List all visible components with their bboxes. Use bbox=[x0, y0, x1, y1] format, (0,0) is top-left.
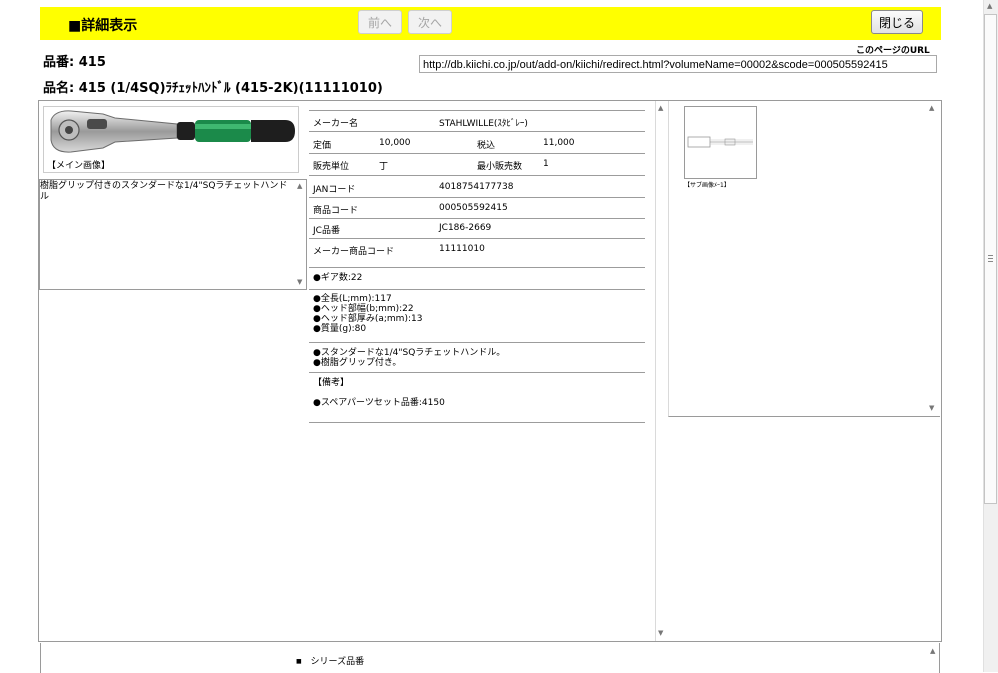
divider bbox=[309, 422, 645, 423]
header-bar: ■詳細表示 前へ 次へ 閉じる bbox=[40, 7, 941, 40]
panel-divider bbox=[655, 101, 656, 641]
maker-code-value: 11111010 bbox=[439, 244, 485, 254]
list-price-label: 定価 bbox=[313, 141, 332, 151]
spec-line: ●質量(g):80 bbox=[313, 324, 367, 334]
prev-button[interactable]: 前へ bbox=[358, 10, 402, 34]
scroll-up-icon[interactable]: ▲ bbox=[987, 3, 992, 10]
unit-label: 販売単位 bbox=[313, 162, 350, 172]
divider bbox=[309, 131, 645, 132]
product-code-label: 商品コード bbox=[313, 206, 359, 216]
scroll-down-icon[interactable]: ▼ bbox=[658, 630, 663, 637]
dimension-specs: ●全長(L;mm):117 ●ヘッド部幅(b;mm):22 ●ヘッド部厚み(a;… bbox=[313, 294, 422, 334]
scroll-up-icon[interactable]: ▲ bbox=[929, 105, 934, 112]
gear-spec: ●ギア数:22 bbox=[313, 273, 363, 283]
divider bbox=[309, 197, 645, 198]
close-button[interactable]: 閉じる bbox=[871, 10, 923, 34]
spec-line: ●ヘッド部幅(b;mm):22 bbox=[313, 304, 414, 314]
page-title: ■詳細表示 bbox=[68, 18, 138, 34]
feature-line: ●スタンダードな1/4"SQラチェットハンドル。 bbox=[313, 348, 506, 358]
ratchet-diagram-icon bbox=[687, 136, 753, 148]
feature-line: ●樹脂グリップ付き。 bbox=[313, 358, 402, 368]
description-text: 樹脂グリップ付きのスタンダードな1/4"SQラチェットハンドル bbox=[40, 181, 288, 202]
maker-code-label: メーカー商品コード bbox=[313, 247, 395, 257]
sub-panel-scrollbar[interactable]: ▲ ▼ bbox=[928, 103, 938, 415]
series-label-text: シリーズ品番 bbox=[310, 657, 365, 667]
maker-label: メーカー名 bbox=[313, 119, 359, 129]
description-scrollbar[interactable]: ▲ ▼ bbox=[296, 181, 306, 288]
scroll-up-icon[interactable]: ▲ bbox=[658, 105, 663, 112]
spec-line: ●ヘッド部厚み(a;mm):13 bbox=[313, 314, 423, 324]
jan-label: JANコード bbox=[313, 185, 356, 195]
part-name: 品名: 415 (1/4SQ)ﾗﾁｪｯﾄﾊﾝﾄﾞﾙ (415-2K)(11111… bbox=[43, 81, 383, 96]
divider bbox=[309, 372, 645, 373]
jan-value: 4018754177738 bbox=[439, 182, 514, 192]
part-number: 品番: 415 bbox=[43, 55, 106, 70]
scroll-up-icon[interactable]: ▲ bbox=[930, 648, 935, 655]
divider bbox=[309, 342, 645, 343]
sub-image-thumbnail[interactable] bbox=[684, 106, 757, 179]
maker-value: STAHLWILLE(ｽﾀﾋﾞﾚｰ) bbox=[439, 119, 528, 129]
main-image[interactable]: 【メイン画像】 bbox=[43, 106, 299, 173]
divider bbox=[309, 153, 645, 154]
ratchet-handle-icon bbox=[50, 110, 295, 153]
sub-image-caption: 【サブ画像ﾒｰ1】 bbox=[684, 182, 730, 189]
spec-line: ●全長(L;mm):117 bbox=[313, 294, 392, 304]
notes-text: ●スペアパーツセット品番:4150 bbox=[313, 398, 445, 408]
feature-specs: ●スタンダードな1/4"SQラチェットハンドル。 ●樹脂グリップ付き。 bbox=[313, 348, 505, 368]
divider bbox=[309, 175, 645, 176]
page-url-field[interactable]: http://db.kiichi.co.jp/out/add-on/kiichi… bbox=[419, 55, 937, 73]
unit-value: 丁 bbox=[379, 162, 389, 172]
list-price-value: 10,000 bbox=[379, 138, 411, 148]
tax-incl-label: 税込 bbox=[477, 141, 496, 151]
page-scroll-thumb[interactable] bbox=[984, 14, 997, 504]
divider bbox=[309, 267, 645, 268]
divider bbox=[309, 218, 645, 219]
notes-title: 【備考】 bbox=[313, 378, 350, 388]
jc-value: JC186-2669 bbox=[439, 223, 492, 233]
divider bbox=[309, 110, 645, 111]
main-image-caption: 【メイン画像】 bbox=[47, 161, 111, 171]
tax-incl-value: 11,000 bbox=[543, 138, 575, 148]
series-section bbox=[40, 643, 940, 673]
next-button[interactable]: 次へ bbox=[408, 10, 452, 34]
scroll-down-icon[interactable]: ▼ bbox=[297, 279, 302, 286]
divider bbox=[309, 289, 645, 290]
bullet-icon: ■ bbox=[296, 658, 302, 665]
jc-label: JC品番 bbox=[313, 226, 340, 236]
scroll-up-icon[interactable]: ▲ bbox=[297, 183, 302, 190]
divider bbox=[309, 238, 645, 239]
series-label: ■ シリーズ品番 bbox=[296, 654, 364, 667]
min-qty-label: 最小販売数 bbox=[477, 162, 523, 172]
info-scrollbar[interactable]: ▲ ▼ bbox=[657, 103, 667, 639]
min-qty-value: 1 bbox=[543, 159, 549, 169]
product-code-value: 000505592415 bbox=[439, 203, 508, 213]
scroll-down-icon[interactable]: ▼ bbox=[929, 405, 934, 412]
